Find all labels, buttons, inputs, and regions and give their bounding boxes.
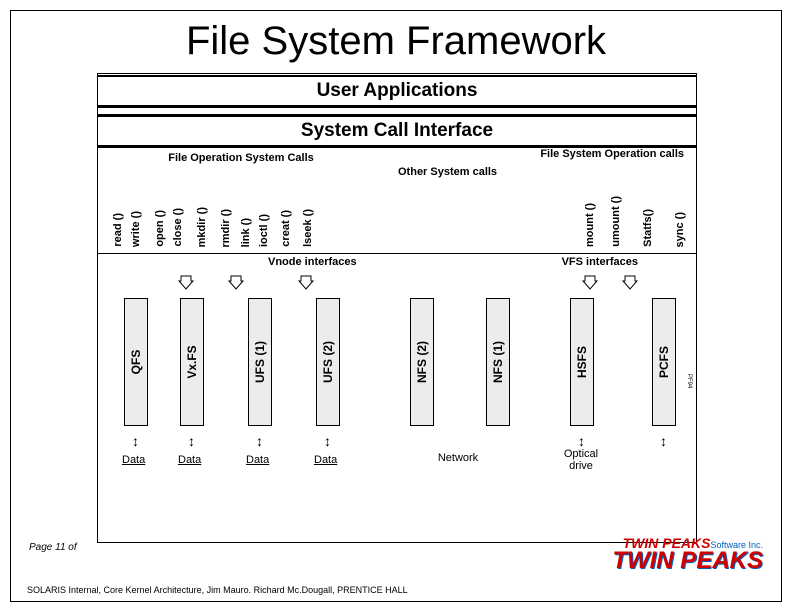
down-arrow-icon: [622, 274, 638, 290]
syscalls-row: read () write () open () close () mkdir …: [98, 182, 696, 254]
down-arrow-icon: [298, 274, 314, 290]
fs-hsfs: HSFS: [570, 298, 594, 426]
page-number: Page 11 of: [29, 542, 77, 553]
call-creat: creat (): [280, 210, 292, 247]
label-file-sys-op-calls: File System Operation calls: [540, 148, 684, 160]
updown-arrow-icon: ↕: [578, 434, 585, 448]
banner-user-apps: User Applications: [98, 75, 696, 108]
fs-qfs: QFS: [124, 298, 148, 426]
call-write: write (): [130, 211, 142, 247]
slide-frame: File System Framework User Applications …: [10, 10, 782, 602]
call-close: close (): [172, 208, 184, 247]
fs-ufs2: UFS (2): [316, 298, 340, 426]
call-read: read (): [112, 213, 124, 247]
diagram-box: User Applications System Call Interface …: [97, 73, 697, 543]
labels-row: File Operation System Calls File System …: [98, 148, 696, 182]
slide-title: File System Framework: [11, 19, 781, 64]
fs-nfs2: NFS (2): [410, 298, 434, 426]
side-marker: PF94: [686, 374, 692, 388]
storage-row: ↕ ↕ ↕ ↕ ↕ ↕ Data Data Data Data Network …: [98, 434, 696, 494]
interfaces-labels: Vnode interfaces VFS interfaces: [98, 254, 696, 274]
call-statfs: Statfs(): [642, 209, 654, 247]
filesystems-row: QFS Vx.FS UFS (1) UFS (2) NFS (2) NFS (1…: [98, 294, 696, 434]
updown-arrow-icon: ↕: [660, 434, 667, 448]
updown-arrow-icon: ↕: [256, 434, 263, 448]
call-sync: sync (): [674, 212, 686, 247]
label-file-op-sys-calls: File Operation System Calls: [156, 152, 326, 164]
label-other-sys-calls: Other System calls: [398, 166, 497, 178]
fs-nfs1: NFS (1): [486, 298, 510, 426]
down-arrow-icon: [228, 274, 244, 290]
storage-optical: Optical drive: [556, 448, 606, 472]
call-open: open (): [154, 210, 166, 247]
storage-data: Data: [314, 454, 337, 466]
call-lseek: lseek (): [302, 209, 314, 247]
down-arrow-icon: [178, 274, 194, 290]
updown-arrow-icon: ↕: [188, 434, 195, 448]
fs-pcfs: PCFS: [652, 298, 676, 426]
arrows-row: [98, 274, 696, 294]
storage-data: Data: [122, 454, 145, 466]
label-vfs-interfaces: VFS interfaces: [562, 256, 638, 268]
down-arrow-icon: [582, 274, 598, 290]
call-ioctl: ioctl (): [258, 214, 270, 247]
fs-vxfs: Vx.FS: [180, 298, 204, 426]
storage-data: Data: [178, 454, 201, 466]
updown-arrow-icon: ↕: [324, 434, 331, 448]
updown-arrow-icon: ↕: [132, 434, 139, 448]
call-rmdir: rmdir (): [220, 209, 232, 248]
call-umount: umount (): [610, 196, 622, 247]
brand-line2: TWIN PEAKS: [612, 551, 763, 571]
storage-network: Network: [428, 452, 488, 464]
label-vnode-interfaces: Vnode interfaces: [268, 256, 357, 268]
call-mount: mount (): [584, 203, 596, 247]
banner-syscall-interface: System Call Interface: [98, 114, 696, 148]
call-link: link (): [240, 218, 252, 247]
footer-citation: SOLARIS Internal, Core Kernel Architectu…: [27, 585, 408, 595]
fs-ufs1: UFS (1): [248, 298, 272, 426]
call-mkdir: mkdir (): [196, 207, 208, 247]
brand-logo: TWIN PEAKSSoftware Inc. TWIN PEAKS: [612, 535, 763, 571]
storage-data: Data: [246, 454, 269, 466]
